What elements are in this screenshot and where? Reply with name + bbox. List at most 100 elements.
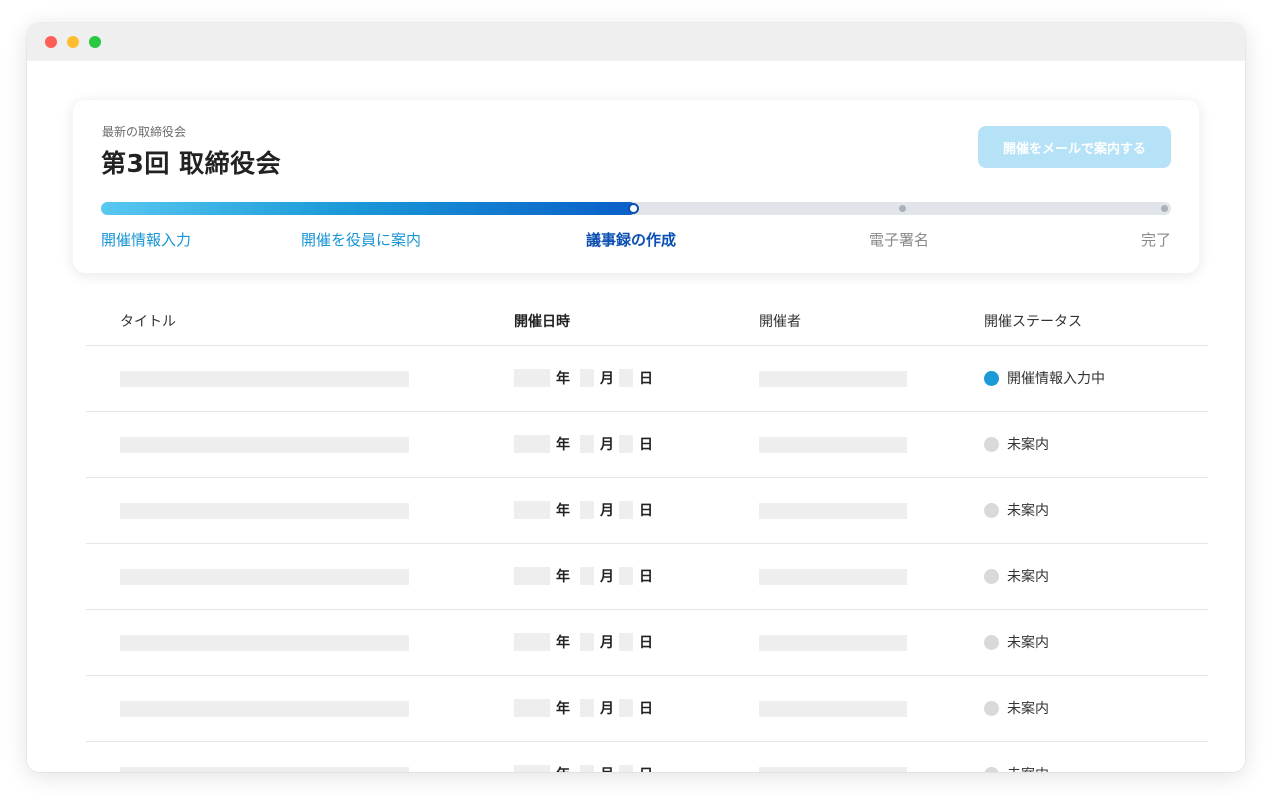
table-row[interactable]: 年 月 日 未案内 <box>86 544 1208 610</box>
title-placeholder <box>120 569 409 585</box>
title-placeholder <box>120 371 409 387</box>
table-row[interactable]: 年 月 日 未案内 <box>86 478 1208 544</box>
table-row[interactable]: 年 月 日 未案内 <box>86 742 1208 772</box>
year-placeholder <box>514 699 550 717</box>
close-window-button[interactable] <box>45 36 57 48</box>
day-unit: 日 <box>639 503 653 519</box>
maximize-window-button[interactable] <box>89 36 101 48</box>
status-dot-icon <box>984 436 999 452</box>
year-placeholder <box>514 633 550 651</box>
status-dot-icon <box>984 766 999 772</box>
status-cell: 未案内 <box>984 500 1049 520</box>
step-marker-signature <box>899 205 906 212</box>
step-info-input: 開催情報入力 <box>101 231 192 249</box>
day-unit: 日 <box>639 437 653 453</box>
month-placeholder <box>580 369 594 387</box>
status-dot-icon <box>984 700 999 716</box>
month-unit: 月 <box>600 635 614 651</box>
step-marker-complete <box>1161 205 1168 212</box>
step-create-minutes: 議事録の作成 <box>586 231 677 249</box>
step-notify-officers: 開催を役員に案内 <box>301 231 422 249</box>
host-placeholder <box>759 767 907 772</box>
year-unit: 年 <box>556 635 570 651</box>
status-dot-icon <box>984 502 999 518</box>
year-unit: 年 <box>556 371 570 387</box>
day-placeholder <box>619 765 633 772</box>
status-cell: 未案内 <box>984 434 1049 454</box>
table-row[interactable]: 年 月 日 開催情報入力中 <box>86 346 1208 412</box>
table-row[interactable]: 年 月 日 未案内 <box>86 676 1208 742</box>
status-cell: 開催情報入力中 <box>984 368 1105 388</box>
current-step-marker <box>628 203 639 214</box>
day-unit: 日 <box>639 764 653 772</box>
meeting-date: 年月日 <box>514 763 653 772</box>
status-dot-icon <box>984 370 999 386</box>
day-placeholder <box>619 633 633 651</box>
host-placeholder <box>759 437 907 453</box>
table-row[interactable]: 年 月 日 未案内 <box>86 610 1208 676</box>
month-unit: 月 <box>600 569 614 585</box>
title-placeholder <box>120 635 409 651</box>
meetings-table: タイトル 開催日時 開催者 開催ステータス 年月日開催情報入力中年月日未案内年月… <box>86 301 1208 772</box>
month-unit: 月 <box>600 503 614 519</box>
app-window: 最新の取締役会 第3回 取締役会 開催をメールで案内する 開催情報入力 開催を役… <box>27 23 1245 772</box>
status-dot-icon <box>984 634 999 650</box>
day-placeholder <box>619 567 633 585</box>
status-label: 未案内 <box>1007 635 1049 651</box>
month-placeholder <box>580 435 594 453</box>
day-unit: 日 <box>639 635 653 651</box>
table-header: タイトル 開催日時 開催者 開催ステータス <box>86 301 1208 346</box>
meeting-date: 年月日 <box>514 631 653 653</box>
month-placeholder <box>580 699 594 717</box>
status-label: 未案内 <box>1007 569 1049 585</box>
column-header-title: タイトル <box>120 314 176 330</box>
month-placeholder <box>580 567 594 585</box>
month-unit: 月 <box>600 701 614 717</box>
year-placeholder <box>514 765 550 772</box>
host-placeholder <box>759 371 907 387</box>
title-placeholder <box>120 767 409 772</box>
status-cell: 未案内 <box>984 566 1049 586</box>
day-placeholder <box>619 699 633 717</box>
day-unit: 日 <box>639 371 653 387</box>
month-unit: 月 <box>600 437 614 453</box>
table-body: 年月日開催情報入力中年月日未案内年月日未案内年月日未案内年月日未案内年月日未案内… <box>86 346 1208 772</box>
status-cell: 未案内 <box>984 764 1049 772</box>
meeting-date: 年月日 <box>514 565 653 587</box>
year-unit: 年 <box>556 437 570 453</box>
meeting-date: 年月日 <box>514 499 653 521</box>
year-placeholder <box>514 501 550 519</box>
year-placeholder <box>514 567 550 585</box>
year-unit: 年 <box>556 569 570 585</box>
column-header-date: 開催日時 <box>514 314 570 330</box>
status-label: 開催情報入力中 <box>1007 371 1105 387</box>
year-placeholder <box>514 435 550 453</box>
year-placeholder <box>514 369 550 387</box>
host-placeholder <box>759 635 907 651</box>
year-unit: 年 <box>556 503 570 519</box>
minimize-window-button[interactable] <box>67 36 79 48</box>
status-dot-icon <box>984 568 999 584</box>
month-unit: 月 <box>600 371 614 387</box>
meeting-date: 年月日 <box>514 367 653 389</box>
month-placeholder <box>580 765 594 772</box>
table-row[interactable]: 年 月 日 未案内 <box>86 412 1208 478</box>
day-placeholder <box>619 501 633 519</box>
status-label: 未案内 <box>1007 764 1049 772</box>
title-placeholder <box>120 503 409 519</box>
window-titlebar <box>27 23 1245 61</box>
year-unit: 年 <box>556 764 570 772</box>
year-unit: 年 <box>556 701 570 717</box>
notify-by-email-button[interactable]: 開催をメールで案内する <box>978 126 1171 168</box>
latest-meeting-card: 最新の取締役会 第3回 取締役会 開催をメールで案内する 開催情報入力 開催を役… <box>73 100 1199 273</box>
status-label: 未案内 <box>1007 437 1049 453</box>
day-unit: 日 <box>639 569 653 585</box>
status-label: 未案内 <box>1007 701 1049 717</box>
column-header-status: 開催ステータス <box>984 314 1082 330</box>
month-placeholder <box>580 633 594 651</box>
card-subtitle: 最新の取締役会 <box>102 125 187 139</box>
host-placeholder <box>759 701 907 717</box>
step-complete: 完了 <box>1140 231 1171 249</box>
title-placeholder <box>120 701 409 717</box>
host-placeholder <box>759 503 907 519</box>
